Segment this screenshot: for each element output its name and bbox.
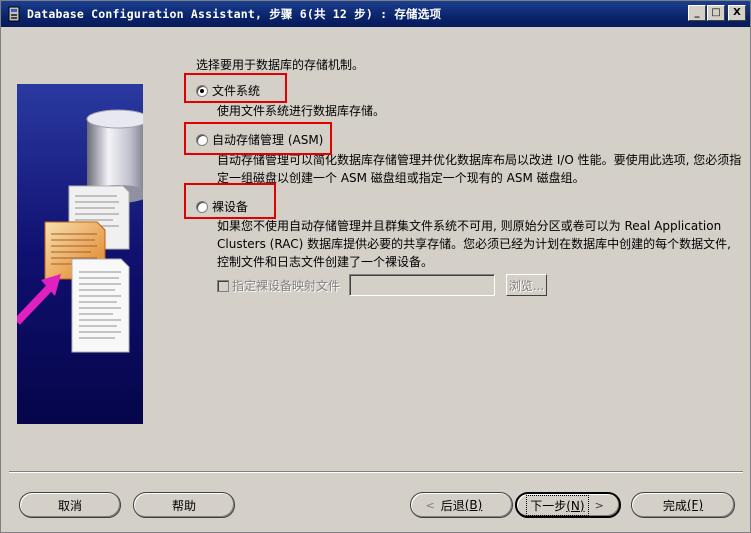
help-button[interactable]: 帮助: [133, 492, 235, 518]
radio-button-file-system[interactable]: [196, 84, 208, 97]
storage-prompt: 选择要用于数据库的存储机制。: [196, 58, 365, 72]
footer-separator: [9, 471, 743, 473]
close-button[interactable]: X: [728, 5, 746, 21]
next-button[interactable]: 下一步(N) >: [515, 492, 621, 518]
radio-button-asm[interactable]: [196, 133, 208, 146]
raw-devices-description: 如果您不使用自动存储管理并且群集文件系统不可用, 则原始分区或卷可以为 Real…: [217, 219, 731, 269]
chevron-right-icon: >: [594, 498, 604, 512]
radio-file-system[interactable]: 文件系统: [196, 82, 260, 99]
rawmap-file-input[interactable]: [349, 274, 495, 296]
chevron-left-icon: <: [425, 498, 435, 512]
oracle-app-icon: [6, 6, 22, 22]
finish-button[interactable]: 完成 (F): [631, 492, 735, 518]
raw-devices-label: 裸设备: [212, 200, 249, 214]
asm-label: 自动存储管理 (ASM): [212, 133, 324, 147]
rawmap-checkbox[interactable]: [217, 279, 229, 292]
file-system-label: 文件系统: [212, 84, 261, 98]
minimize-button[interactable]: _: [688, 5, 706, 21]
window-controls: _ □ X: [688, 5, 746, 21]
dbca-window: Database Configuration Assistant, 步骤 6(共…: [0, 0, 751, 533]
wizard-illustration: [17, 84, 143, 424]
next-button-focus: 下一步(N): [526, 494, 589, 516]
asm-description: 自动存储管理可以简化数据库存储管理并优化数据库布局以改进 I/O 性能。要使用此…: [217, 153, 742, 185]
radio-raw-devices[interactable]: 裸设备: [196, 198, 248, 215]
back-button[interactable]: < 后退(B) >: [410, 492, 513, 518]
cancel-button[interactable]: 取消: [19, 492, 121, 518]
window-title: Database Configuration Assistant, 步骤 6(共…: [27, 7, 442, 21]
browse-button[interactable]: 浏览...: [506, 274, 547, 296]
rawmap-checkbox-label: 指定裸设备映射文件: [232, 279, 341, 293]
radio-asm[interactable]: 自动存储管理 (ASM): [196, 131, 323, 148]
rawmap-checkbox-row[interactable]: 指定裸设备映射文件: [217, 277, 340, 294]
radio-button-raw-devices[interactable]: [196, 200, 208, 213]
file-system-description: 使用文件系统进行数据库存储。: [217, 104, 386, 118]
maximize-button[interactable]: □: [707, 5, 725, 21]
title-bar[interactable]: Database Configuration Assistant, 步骤 6(共…: [1, 1, 750, 27]
